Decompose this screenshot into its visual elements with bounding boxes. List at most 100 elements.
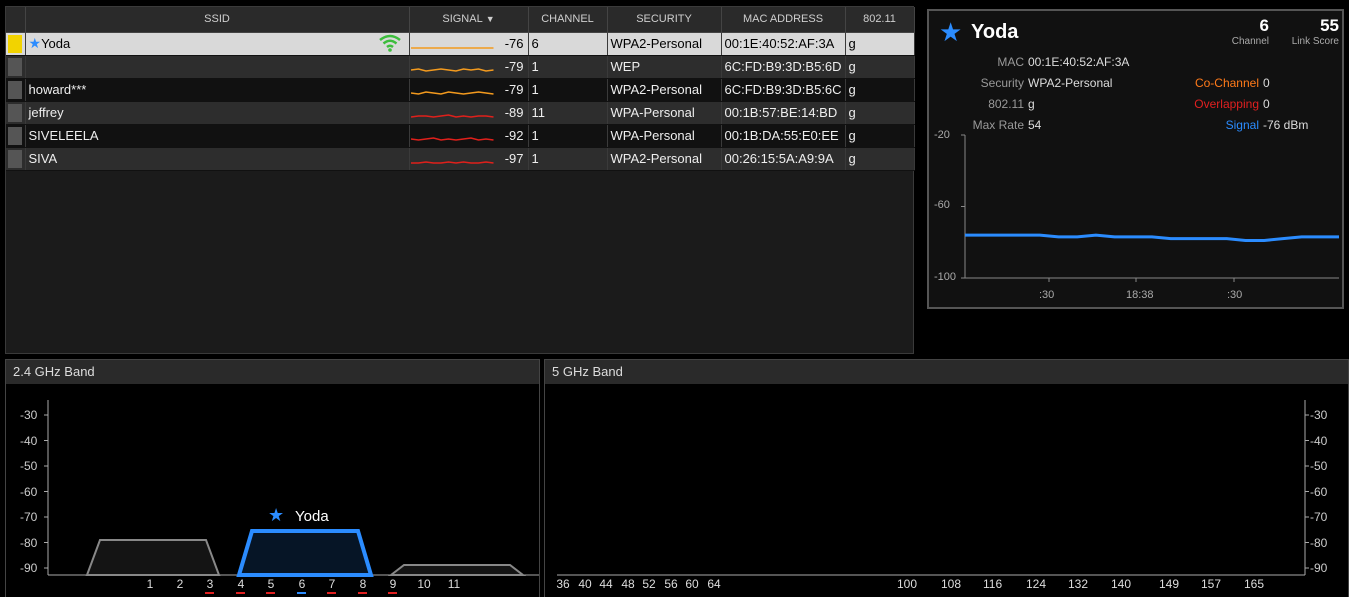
signal-history-chart <box>961 134 1339 282</box>
mac-cell: 00:1B:57:BE:14:BD <box>721 101 846 125</box>
security-cell: WPA-Personal <box>607 124 722 148</box>
channel-underline <box>297 592 306 594</box>
channel-cell: 1 <box>528 147 608 171</box>
channel-label: 56 <box>664 577 678 591</box>
channel-underline <box>266 592 275 594</box>
color-swatch <box>8 149 22 168</box>
signal-cell: -97 <box>409 147 529 171</box>
signal-cell: -89 <box>409 101 529 125</box>
band-24ghz-chart <box>44 400 539 577</box>
signal-cell: -92 <box>409 124 529 148</box>
channel-label: 149 <box>1159 577 1180 591</box>
channel-label: 64 <box>707 577 721 591</box>
y-tick-label: -70 <box>1310 510 1328 524</box>
channel-underline <box>327 592 336 594</box>
color-swatch <box>8 34 22 53</box>
column-header-channel[interactable]: CHANNEL <box>528 7 608 33</box>
channel-label: 140 <box>1111 577 1132 591</box>
channel-label: 5 <box>267 577 275 591</box>
table-row[interactable]: SIVELEELA -92 1 WPA-Personal 00:1B:DA:55… <box>6 124 915 148</box>
network-label: Yoda <box>295 508 329 525</box>
band-24ghz-title: 2.4 GHz Band <box>6 360 539 384</box>
color-swatch <box>8 103 22 122</box>
channel-label: 116 <box>983 577 1003 591</box>
channel-label: 108 <box>941 577 962 591</box>
channel-label: 60 <box>685 577 699 591</box>
y-tick-label: -60 <box>20 484 38 499</box>
signal-trace <box>410 90 494 95</box>
signal-value: -76 <box>504 35 524 51</box>
y-tick-label: -90 <box>20 561 38 575</box>
security-cell: WPA2-Personal <box>607 78 722 102</box>
channel-label: 124 <box>1026 577 1047 591</box>
column-header-802-11[interactable]: 802.11 <box>845 7 915 33</box>
signal-cell: -79 <box>409 78 529 102</box>
band-5ghz-chart <box>557 400 1309 576</box>
phy-cell: g <box>845 124 915 148</box>
table-row[interactable]: SIVA -97 1 WPA2-Personal 00:26:15:5A:A9:… <box>6 147 915 171</box>
network-table-panel: SSID SIGNAL ▼ CHANNEL SECURITY MAC ADDRES… <box>5 6 915 354</box>
y-tick-label: -50 <box>20 459 38 473</box>
channel-label: 4 <box>237 577 245 591</box>
channel-label: 11 <box>447 577 461 591</box>
signal-trace-line <box>410 160 494 164</box>
star-icon[interactable]: ★ <box>29 35 42 51</box>
channel-label: 10 <box>417 577 431 591</box>
channel-label: 9 <box>389 577 397 591</box>
mac-cell: 6C:FD:B9:3D:B5:6C <box>721 78 846 102</box>
color-cell[interactable] <box>6 147 26 171</box>
column-header-ssid[interactable]: SSID <box>25 7 410 33</box>
network-table: SSID SIGNAL ▼ CHANNEL SECURITY MAC ADDRES… <box>6 7 915 171</box>
y-tick-label: -30 <box>20 408 38 422</box>
channel-label: 157 <box>1201 577 1222 591</box>
signal-cell: -76 <box>409 32 529 56</box>
table-row[interactable]: jeffrey -89 11 WPA-Personal 00:1B:57:BE:… <box>6 101 915 125</box>
phy-cell: g <box>845 32 915 56</box>
column-header-mac-address[interactable]: MAC ADDRESS <box>721 7 846 33</box>
mac-cell: 00:26:15:5A:A9:9A <box>721 147 846 171</box>
wifi-icon <box>378 34 401 52</box>
color-cell[interactable] <box>6 124 26 148</box>
y-tick-label: -70 <box>20 510 38 524</box>
y-tick-label: -30 <box>1310 408 1328 422</box>
security-cell: WPA2-Personal <box>607 32 722 56</box>
color-swatch <box>8 80 22 99</box>
color-cell[interactable] <box>6 101 26 125</box>
channel-cell: 1 <box>528 55 608 79</box>
signal-trace <box>410 113 494 118</box>
channel-label: 48 <box>621 577 635 591</box>
phy-cell: g <box>845 147 915 171</box>
band-5ghz-title: 5 GHz Band <box>545 360 1348 384</box>
ssid-cell <box>25 55 410 79</box>
signal-series-line <box>965 233 1339 242</box>
channel-cell: 1 <box>528 78 608 102</box>
signal-value: -79 <box>504 81 524 97</box>
y-tick-label: -50 <box>1310 459 1328 473</box>
band-5ghz-panel: 5 GHz Band -30 -40 -50 -60 -70 -80 -90 36 40 44 48… <box>544 359 1349 597</box>
table-row[interactable]: howard*** -79 1 WPA2-Personal 6C:FD:B9:3… <box>6 78 915 102</box>
channel-cell: 1 <box>528 124 608 148</box>
color-cell[interactable] <box>6 55 26 79</box>
channel-label: 52 <box>642 577 656 591</box>
y-tick-label: -80 <box>20 535 38 550</box>
color-cell[interactable] <box>6 32 26 56</box>
security-cell: WPA-Personal <box>607 101 722 125</box>
signal-trace-line <box>410 67 494 72</box>
mac-cell: 6C:FD:B9:3D:B5:6D <box>721 55 846 79</box>
column-header-security[interactable]: SECURITY <box>607 7 722 33</box>
table-row[interactable]: -79 1 WEP 6C:FD:B9:3D:B5:6D g <box>6 55 915 79</box>
ssid-cell: SIVA <box>25 147 410 171</box>
star-icon: ★ <box>268 505 285 525</box>
table-row[interactable]: ★Yoda -76 6 WPA2-Personal 00:1E:40:52:AF… <box>6 32 915 56</box>
column-header-signal[interactable]: SIGNAL ▼ <box>409 7 529 33</box>
signal-trace-line <box>410 136 494 141</box>
channel-label: 6 <box>298 577 306 591</box>
channel-label: 165 <box>1244 577 1265 591</box>
network-channel-shape <box>85 539 221 576</box>
ssid-text: howard*** <box>28 82 87 97</box>
channel-label: 3 <box>206 577 214 591</box>
phy-cell: g <box>845 101 915 125</box>
color-column-header[interactable] <box>6 7 26 33</box>
channel-label: 8 <box>359 577 367 591</box>
color-cell[interactable] <box>6 78 26 102</box>
